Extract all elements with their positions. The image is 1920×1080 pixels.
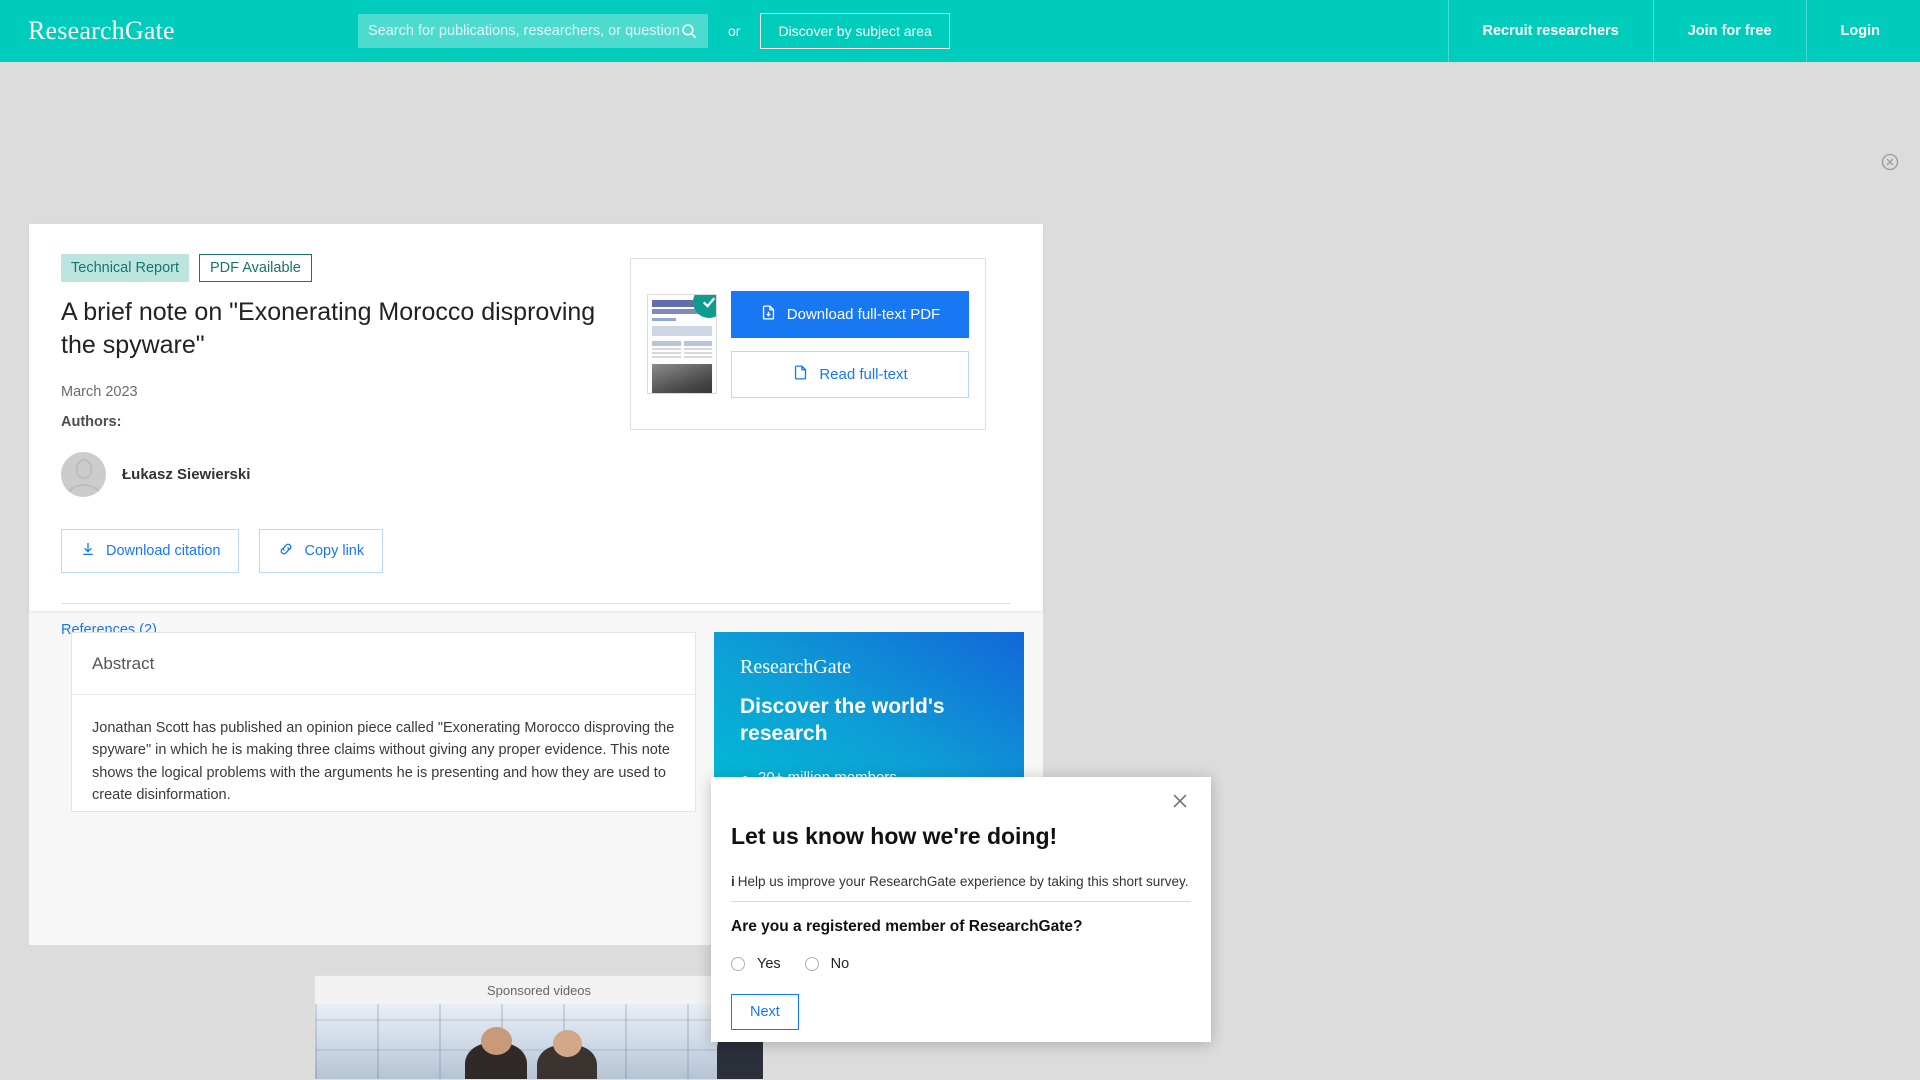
pdf-thumbnail[interactable]	[647, 294, 717, 394]
thumb-subtitle-line	[652, 318, 676, 321]
thumb-columns	[652, 341, 712, 360]
abstract-card: Abstract Jonathan Scott has published an…	[71, 632, 696, 812]
top-ad-banner	[0, 62, 1920, 224]
close-icon[interactable]	[1169, 790, 1191, 812]
header-nav: Recruit researchers Join for free Login	[1447, 0, 1920, 62]
publication-actions: Download citation Copy link	[61, 529, 1043, 573]
discover-by-subject-area-button[interactable]: Discover by subject area	[760, 13, 950, 49]
radio-yes-label[interactable]: Yes	[757, 956, 781, 972]
close-icon[interactable]	[1880, 152, 1900, 172]
link-icon	[278, 541, 294, 561]
researchgate-logo[interactable]: ResearchGate	[28, 16, 358, 46]
check-icon	[693, 295, 716, 318]
download-citation-button[interactable]: Download citation	[61, 529, 240, 573]
person-two-head	[553, 1030, 582, 1057]
nav-login[interactable]: Login	[1805, 0, 1920, 62]
search-icon[interactable]	[680, 22, 698, 40]
read-full-text-button[interactable]: Read full-text	[731, 350, 969, 398]
author-item[interactable]: Łukasz Siewierski	[61, 452, 1043, 497]
survey-options: Yes No	[731, 956, 1211, 972]
sponsored-videos-card[interactable]: Sponsored videos	[314, 975, 764, 1080]
page-title: A brief note on "Exonerating Morocco dis…	[61, 298, 596, 359]
search-placeholder: Search for publications, researchers, or…	[368, 23, 680, 39]
promo-title: Discover the world's research	[740, 695, 945, 746]
download-panel: Download full-text PDF Read full-text	[630, 258, 986, 430]
thumb-figure	[652, 364, 712, 393]
sponsored-video-thumbnail[interactable]	[315, 1004, 763, 1079]
site-header: ResearchGate Search for publications, re…	[0, 0, 1920, 62]
abstract-text: Jonathan Scott has published an opinion …	[92, 720, 675, 804]
or-separator: or	[728, 23, 741, 39]
download-pdf-label: Download full-text PDF	[786, 305, 941, 323]
promo-logo: ResearchGate	[740, 656, 852, 678]
avatar-head-shape	[75, 459, 92, 479]
header-search-group: Search for publications, researchers, or…	[358, 13, 950, 49]
download-icon	[80, 541, 96, 561]
copy-link-label: Copy link	[304, 543, 365, 559]
person-one-head	[481, 1027, 512, 1055]
survey-question: Are you a registered member of ResearchG…	[731, 918, 1083, 935]
radio-no-label[interactable]: No	[831, 956, 850, 972]
avatar[interactable]	[61, 452, 106, 497]
thumb-title-line-2	[652, 309, 700, 314]
author-name[interactable]: Łukasz Siewierski	[122, 466, 250, 483]
badge-publication-type: Technical Report	[61, 254, 189, 282]
download-buttons: Download full-text PDF Read full-text	[731, 290, 969, 398]
discover-research-promo[interactable]: ResearchGate Discover the world's resear…	[714, 632, 1024, 797]
card-divider	[61, 603, 1011, 604]
survey-title: Let us know how we're doing!	[731, 823, 1058, 849]
abstract-heading: Abstract	[72, 633, 695, 695]
copy-link-button[interactable]: Copy link	[259, 529, 384, 573]
file-icon	[792, 364, 809, 385]
survey-subtitle-text: Help us improve your ResearchGate experi…	[737, 874, 1189, 889]
survey-modal: Let us know how we're doing! i Help us im…	[711, 777, 1211, 1042]
nav-join-for-free[interactable]: Join for free	[1652, 0, 1806, 62]
survey-subtitle: i Help us improve your ResearchGate exper…	[731, 874, 1191, 902]
search-input[interactable]: Search for publications, researchers, or…	[358, 14, 708, 48]
info-icon: i	[731, 874, 735, 889]
file-download-icon	[760, 304, 777, 325]
avatar-body-shape	[65, 484, 102, 497]
download-citation-label: Download citation	[106, 543, 221, 559]
thumb-band	[652, 326, 712, 336]
thumb-column-left	[652, 341, 681, 360]
badge-pdf-available: PDF Available	[199, 254, 312, 282]
radio-yes[interactable]	[731, 957, 745, 971]
sponsored-videos-label: Sponsored videos	[315, 976, 763, 1004]
thumb-column-right	[683, 341, 712, 360]
next-button[interactable]: Next	[731, 994, 799, 1030]
nav-recruit-researchers[interactable]: Recruit researchers	[1447, 0, 1653, 62]
download-full-text-pdf-button[interactable]: Download full-text PDF	[731, 290, 969, 338]
radio-no[interactable]	[804, 957, 819, 971]
read-full-text-label: Read full-text	[819, 365, 908, 383]
